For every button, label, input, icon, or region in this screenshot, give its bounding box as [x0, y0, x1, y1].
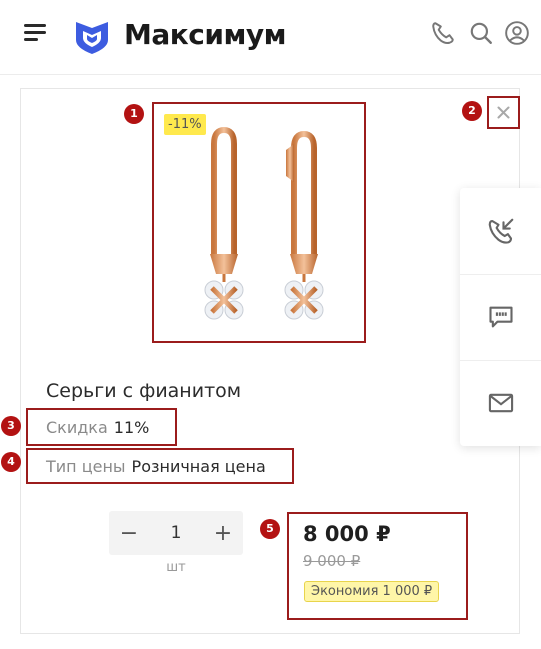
marker-5: 5	[260, 519, 280, 539]
product-title[interactable]: Серьги с фианитом	[46, 380, 241, 402]
price-old: 9 000 ₽	[303, 552, 361, 570]
marker-1: 1	[124, 104, 144, 124]
price-type-row: Тип цены Розничная цена	[26, 448, 294, 484]
user-icon[interactable]	[504, 20, 530, 46]
quantity-input[interactable]: 1	[149, 511, 203, 555]
price-block: 8 000 ₽ 9 000 ₽ Экономия 1 000 ₽	[287, 512, 468, 620]
menu-icon[interactable]	[24, 24, 48, 42]
phone-icon[interactable]	[430, 20, 456, 46]
price-type-label: Тип цены	[46, 456, 126, 476]
economy-badge: Экономия 1 000 ₽	[304, 581, 440, 602]
close-icon	[497, 106, 510, 119]
mail-button[interactable]	[460, 360, 541, 446]
chat-button[interactable]	[460, 274, 541, 361]
app-header: Максимум	[0, 0, 541, 75]
quantity-unit: шт	[166, 560, 186, 575]
close-button[interactable]	[487, 96, 520, 129]
marker-3: 3	[1, 416, 21, 436]
marker-4: 4	[1, 452, 21, 472]
minus-icon: −	[119, 520, 139, 546]
plus-icon: +	[213, 520, 233, 546]
search-icon[interactable]	[468, 20, 494, 46]
marker-2: 2	[462, 101, 482, 121]
earrings-image	[204, 126, 324, 320]
quantity-stepper: − 1 +	[109, 511, 243, 555]
price-type-value: Розничная цена	[131, 456, 266, 476]
qty-plus-button[interactable]: +	[203, 511, 243, 555]
callback-icon	[488, 218, 513, 244]
discount-row: Скидка 11%	[26, 408, 177, 446]
product-image[interactable]: -11%	[152, 102, 366, 343]
side-actions-panel	[460, 188, 541, 446]
callback-button[interactable]	[460, 188, 541, 275]
discount-value: 11%	[113, 417, 150, 437]
brand-name[interactable]: Максимум	[124, 16, 287, 54]
logo-icon[interactable]	[72, 16, 112, 56]
discount-label: Скидка	[46, 417, 108, 437]
qty-minus-button[interactable]: −	[109, 511, 149, 555]
chat-icon	[488, 306, 513, 328]
price-current: 8 000 ₽	[303, 522, 391, 546]
mail-icon	[488, 393, 513, 413]
